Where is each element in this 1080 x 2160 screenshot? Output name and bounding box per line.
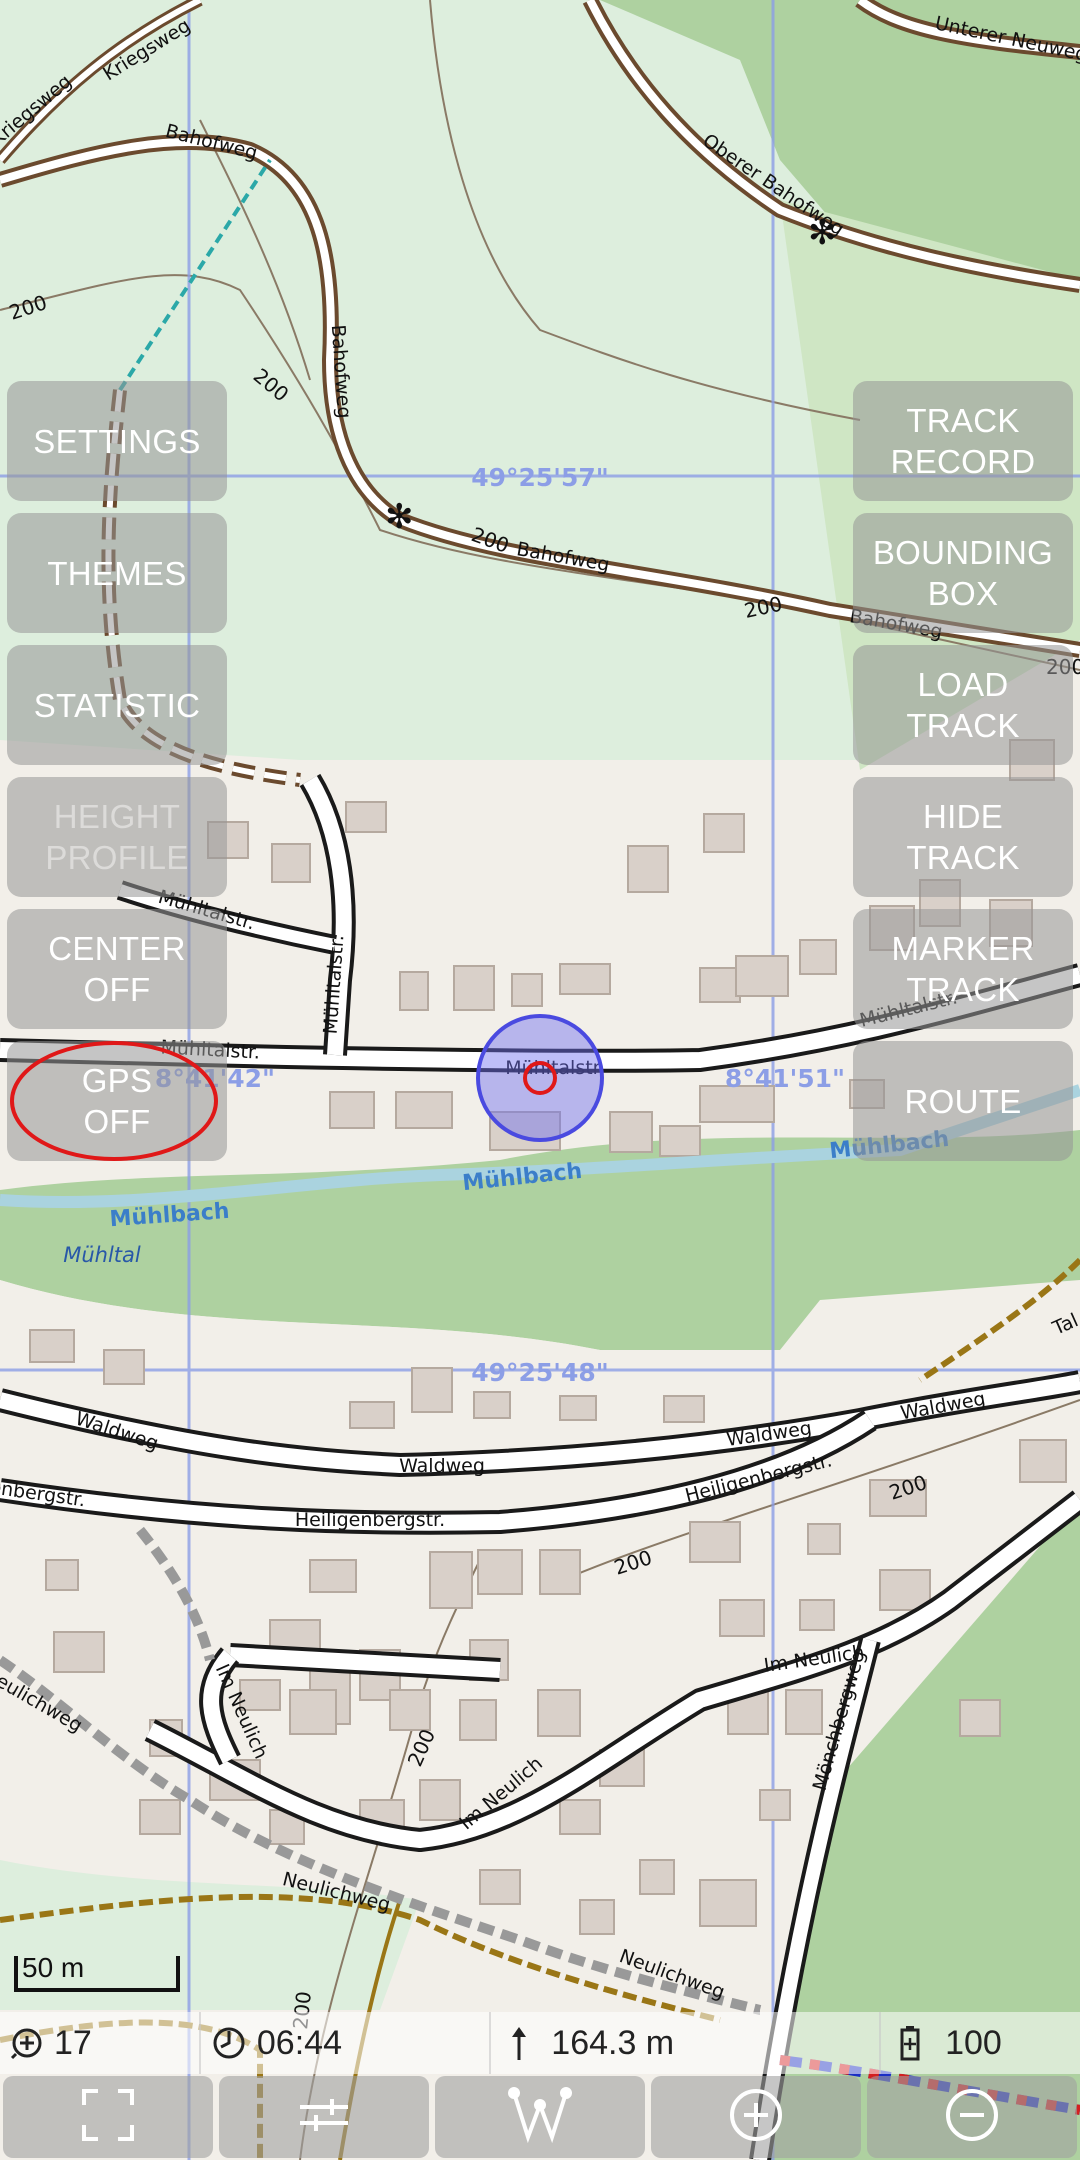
hide-track-button[interactable]: HIDE TRACK: [853, 777, 1073, 897]
status-bar: 17 06:44 164.3 m 100: [0, 2012, 1080, 2074]
latitude-label: 49°25'48": [471, 1358, 609, 1387]
bounding-box-button[interactable]: BOUNDING BOX: [853, 513, 1073, 633]
arrow-up-icon: [509, 2024, 529, 2062]
time-value: 06:44: [256, 2023, 342, 2062]
gps-highlight-circle: [10, 1041, 218, 1161]
time-status: 06:44: [201, 2012, 492, 2074]
battery-status: 100: [881, 2012, 1080, 2074]
center-toggle-button[interactable]: CENTER OFF: [7, 909, 227, 1029]
longitude-label: 8°41'51": [725, 1064, 845, 1093]
position-accuracy-circle: [476, 1014, 604, 1142]
zoom-level: 17: [54, 2023, 92, 2062]
sliders-icon: [296, 2087, 352, 2148]
zoom-icon: [10, 2026, 44, 2060]
marker-track-button[interactable]: MARKER TRACK: [853, 909, 1073, 1029]
statistic-button[interactable]: STATISTIC: [7, 645, 227, 765]
scale-label: 50 m: [22, 1952, 85, 1983]
track-record-button[interactable]: TRACK RECORD: [853, 381, 1073, 501]
map-settings-button[interactable]: [219, 2076, 429, 2158]
zoom-out-button[interactable]: [867, 2076, 1077, 2158]
battery-icon: [899, 2025, 921, 2061]
bottom-toolbar: [0, 2074, 1080, 2160]
street-label: Waldweg: [399, 1455, 485, 1477]
fullscreen-button[interactable]: [3, 2076, 213, 2158]
altitude-status: 164.3 m: [491, 2012, 882, 2074]
waypoints-icon: [508, 2085, 572, 2150]
latitude-label: 49°25'57": [471, 463, 609, 492]
height-profile-button[interactable]: HEIGHT PROFILE: [7, 777, 227, 897]
clock-icon: [211, 2025, 247, 2061]
battery-value: 100: [945, 2023, 1002, 2062]
load-track-button[interactable]: LOAD TRACK: [853, 645, 1073, 765]
settings-button[interactable]: SETTINGS: [7, 381, 227, 501]
zoom-in-icon: [726, 2085, 786, 2150]
viewpoint-icon: ✻: [385, 497, 414, 537]
zoom-status: 17: [0, 2012, 201, 2074]
zoom-out-icon: [942, 2085, 1002, 2150]
altitude-value: 164.3 m: [551, 2023, 675, 2062]
themes-button[interactable]: THEMES: [7, 513, 227, 633]
waypoints-button[interactable]: [435, 2076, 645, 2158]
zoom-in-button[interactable]: [651, 2076, 861, 2158]
route-button[interactable]: ROUTE: [853, 1041, 1073, 1161]
street-label: Heiligenbergstr.: [295, 1509, 445, 1531]
fullscreen-icon: [80, 2087, 136, 2148]
place-label: Mühltal: [63, 1243, 141, 1267]
